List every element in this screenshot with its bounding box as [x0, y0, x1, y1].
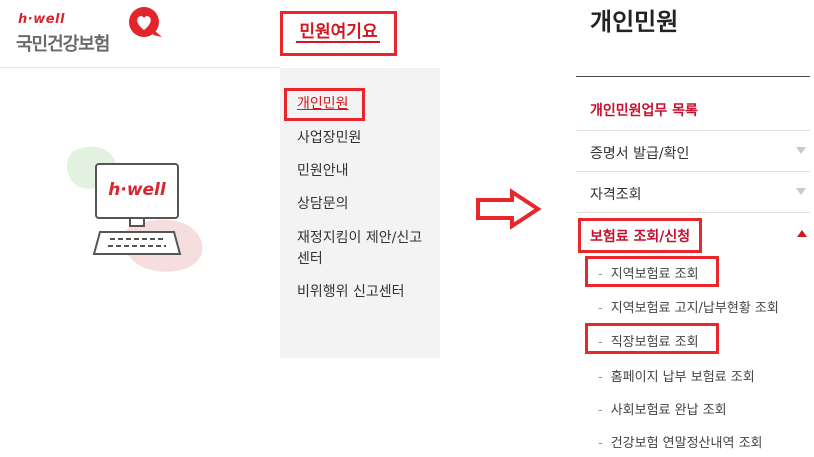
- row-certificate[interactable]: 증명서 발급/확인: [590, 143, 689, 163]
- sub-item-homepage-paid[interactable]: - 홈페이지 납부 보험료 조회: [598, 366, 755, 385]
- sub-item-full-payment[interactable]: - 사회보험료 완납 조회: [598, 399, 727, 418]
- site-logo[interactable]: h·well 국민건강보험: [16, 6, 166, 56]
- row-eligibility[interactable]: 자격조회: [590, 184, 642, 204]
- triangle-down-icon[interactable]: [796, 188, 806, 195]
- logo-org-name: 국민건강보험: [16, 34, 110, 55]
- section-label: 개인민원업무 목록: [590, 103, 698, 119]
- row-divider: [576, 212, 810, 213]
- row-divider: [576, 130, 810, 131]
- menu-item-guide[interactable]: 민원안내: [297, 159, 349, 183]
- menu-item-fiscal-guard-center[interactable]: 센터: [297, 247, 323, 271]
- menu-item-consult[interactable]: 상담문의: [297, 192, 349, 216]
- sub-item-regional-premium[interactable]: - 지역보험료 조회: [598, 263, 699, 282]
- menu-title[interactable]: 민원여기요: [280, 11, 397, 56]
- menu-item-business[interactable]: 사업장민원: [297, 126, 361, 150]
- menu-item-personal[interactable]: 개인민원: [297, 92, 349, 116]
- menu-item-misconduct-report[interactable]: 비위행위 신고센터: [297, 280, 405, 304]
- triangle-up-icon[interactable]: [797, 230, 807, 237]
- sub-item-workplace-premium[interactable]: - 직장보험료 조회: [598, 331, 699, 350]
- menu-title-underline: [296, 41, 380, 43]
- header-divider: [0, 67, 280, 68]
- title-divider: [576, 76, 810, 77]
- hwell-computer-illustration: h·well: [60, 140, 220, 290]
- heart-icon: [129, 7, 162, 37]
- row-premium[interactable]: 보험료 조회/신청: [590, 226, 690, 246]
- logo-brand: h·well: [18, 12, 65, 27]
- sub-item-regional-billing[interactable]: - 지역보험료 고지/납부현황 조회: [598, 297, 779, 316]
- sub-item-year-end[interactable]: - 건강보험 연말정산내역 조회: [598, 432, 763, 451]
- triangle-down-icon[interactable]: [796, 147, 806, 154]
- arrow-right-icon: [476, 188, 542, 230]
- row-divider: [576, 171, 810, 172]
- computer-icon: [67, 146, 203, 272]
- page-title: 개인민원: [590, 8, 679, 36]
- illustration-screen-text: h·well: [108, 180, 166, 200]
